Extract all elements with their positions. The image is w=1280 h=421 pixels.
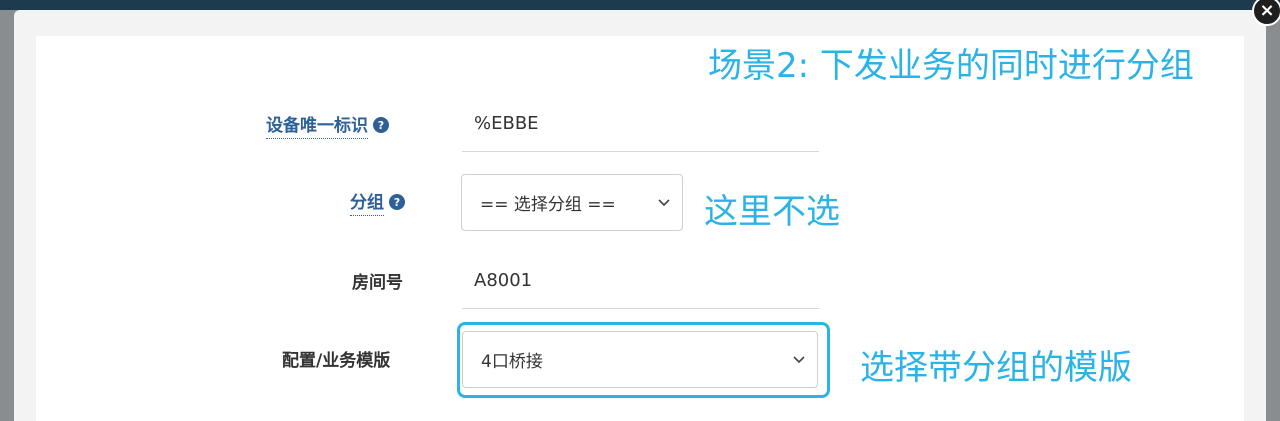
page-header-strip xyxy=(0,0,1280,10)
device-id-label-text: 设备唯一标识 xyxy=(266,111,368,139)
room-underline xyxy=(462,308,819,309)
room-label-text: 房间号 xyxy=(352,273,403,293)
group-annotation: 这里不选 xyxy=(704,192,840,232)
scenario-annotation: 场景2: 下发业务的同时进行分组 xyxy=(708,46,1194,86)
device-id-underline xyxy=(462,151,819,152)
template-label-text: 配置/业务模版 xyxy=(282,351,391,371)
question-circle-icon[interactable]: ? xyxy=(389,194,405,210)
group-select-value: == 选择分组 == xyxy=(480,195,616,215)
room-field[interactable]: A8001 xyxy=(474,270,532,291)
question-circle-icon[interactable]: ? xyxy=(373,117,389,133)
chevron-down-icon xyxy=(658,198,670,206)
group-select[interactable]: == 选择分组 == xyxy=(461,174,683,231)
close-icon: × xyxy=(1259,0,1275,21)
close-button[interactable]: × xyxy=(1252,0,1280,26)
room-label: 房间号 xyxy=(352,268,403,293)
template-annotation: 选择带分组的模版 xyxy=(860,348,1132,388)
group-label-text: 分组 xyxy=(350,188,384,216)
device-id-label[interactable]: 设备唯一标识 ? xyxy=(266,111,389,139)
template-label: 配置/业务模版 xyxy=(282,346,390,371)
template-select[interactable]: 4口桥接 xyxy=(462,331,818,388)
template-select-value: 4口桥接 xyxy=(481,352,543,372)
group-label[interactable]: 分组 ? xyxy=(350,188,405,216)
device-id-field[interactable]: %EBBE xyxy=(474,113,539,134)
chevron-down-icon xyxy=(793,355,805,363)
